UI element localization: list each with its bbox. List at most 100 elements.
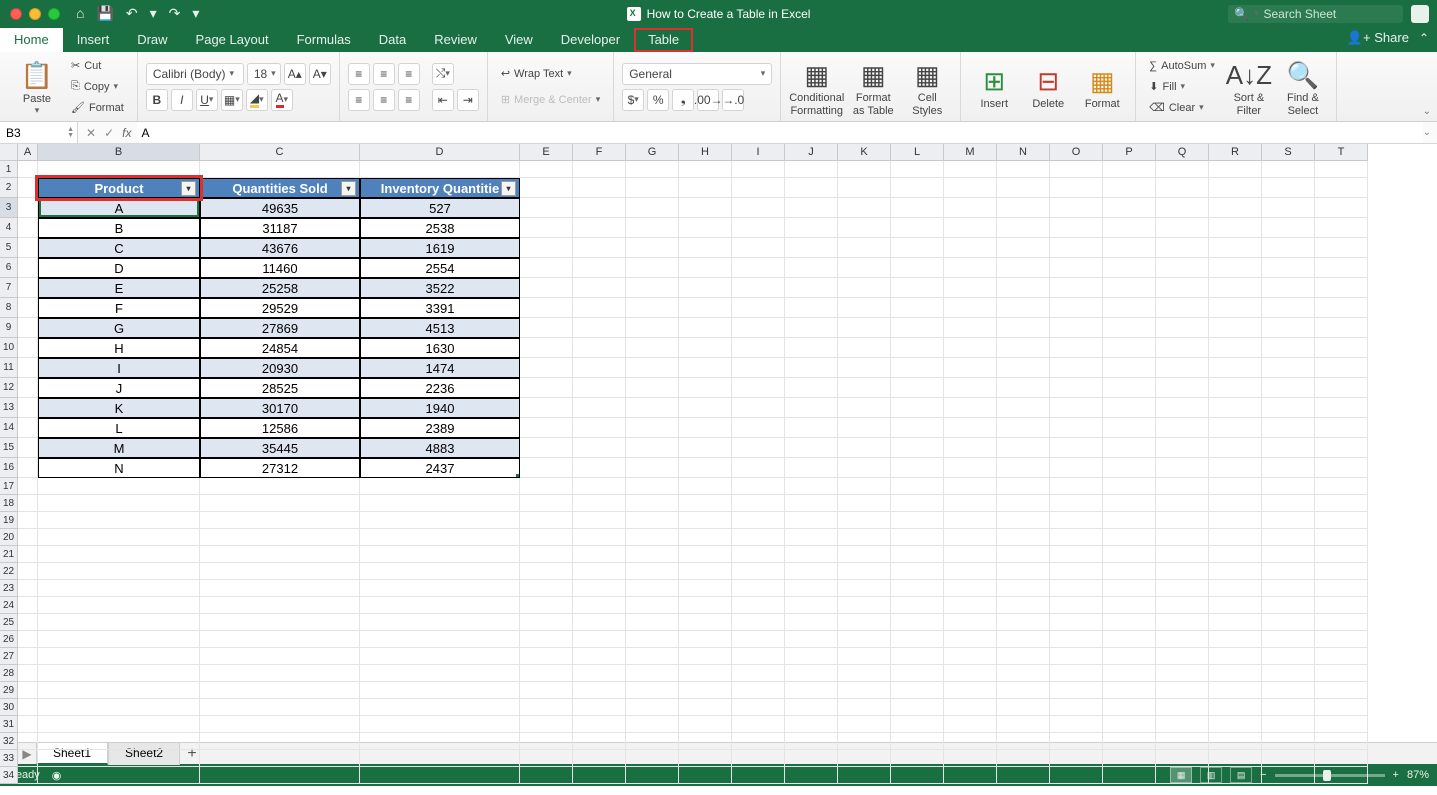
cell-P7[interactable] <box>1103 278 1156 298</box>
cell-B21[interactable] <box>38 546 200 563</box>
row-header-18[interactable]: 18 <box>0 495 18 512</box>
cell-F4[interactable] <box>573 218 626 238</box>
cell-C16[interactable]: 27312 <box>200 458 360 478</box>
cell-J8[interactable] <box>785 298 838 318</box>
cell-N28[interactable] <box>997 665 1050 682</box>
cell-E26[interactable] <box>520 631 573 648</box>
find-select-button[interactable]: 🔍Find & Select <box>1278 56 1328 116</box>
cell-E24[interactable] <box>520 597 573 614</box>
cell-R23[interactable] <box>1209 580 1262 597</box>
cell-T9[interactable] <box>1315 318 1368 338</box>
save-icon[interactable]: 💾 <box>96 5 113 22</box>
cell-G7[interactable] <box>626 278 679 298</box>
cell-Q20[interactable] <box>1156 529 1209 546</box>
cell-N20[interactable] <box>997 529 1050 546</box>
cell-R31[interactable] <box>1209 716 1262 733</box>
row-header-28[interactable]: 28 <box>0 665 18 682</box>
row-header-24[interactable]: 24 <box>0 597 18 614</box>
cell-S1[interactable] <box>1262 161 1315 178</box>
cell-C20[interactable] <box>200 529 360 546</box>
filter-dropdown-icon[interactable]: ▾ <box>341 181 356 196</box>
cell-J24[interactable] <box>785 597 838 614</box>
cell-K33[interactable] <box>838 750 891 767</box>
cell-G9[interactable] <box>626 318 679 338</box>
cell-G11[interactable] <box>626 358 679 378</box>
cell-R15[interactable] <box>1209 438 1262 458</box>
cell-S13[interactable] <box>1262 398 1315 418</box>
cell-D22[interactable] <box>360 563 520 580</box>
cell-T7[interactable] <box>1315 278 1368 298</box>
cell-Q26[interactable] <box>1156 631 1209 648</box>
row-header-14[interactable]: 14 <box>0 418 18 438</box>
format-painter-button[interactable]: 🖌Format <box>66 98 129 118</box>
cell-A13[interactable] <box>18 398 38 418</box>
cell-D17[interactable] <box>360 478 520 495</box>
cell-B26[interactable] <box>38 631 200 648</box>
cell-M3[interactable] <box>944 198 997 218</box>
cell-B1[interactable] <box>38 161 200 178</box>
cell-G10[interactable] <box>626 338 679 358</box>
cell-O30[interactable] <box>1050 699 1103 716</box>
cell-P20[interactable] <box>1103 529 1156 546</box>
cell-S28[interactable] <box>1262 665 1315 682</box>
cell-G12[interactable] <box>626 378 679 398</box>
cell-K18[interactable] <box>838 495 891 512</box>
cell-O17[interactable] <box>1050 478 1103 495</box>
cell-C27[interactable] <box>200 648 360 665</box>
cell-G24[interactable] <box>626 597 679 614</box>
cell-F29[interactable] <box>573 682 626 699</box>
cell-T6[interactable] <box>1315 258 1368 278</box>
cell-P6[interactable] <box>1103 258 1156 278</box>
cell-R21[interactable] <box>1209 546 1262 563</box>
cell-O4[interactable] <box>1050 218 1103 238</box>
cell-C1[interactable] <box>200 161 360 178</box>
cell-D9[interactable]: 4513 <box>360 318 520 338</box>
cell-D5[interactable]: 1619 <box>360 238 520 258</box>
cell-T21[interactable] <box>1315 546 1368 563</box>
cell-K11[interactable] <box>838 358 891 378</box>
cell-Q7[interactable] <box>1156 278 1209 298</box>
cell-L27[interactable] <box>891 648 944 665</box>
cell-G2[interactable] <box>626 178 679 198</box>
cell-B6[interactable]: D <box>38 258 200 278</box>
cell-M21[interactable] <box>944 546 997 563</box>
cell-B16[interactable]: N <box>38 458 200 478</box>
cell-E21[interactable] <box>520 546 573 563</box>
cell-Q23[interactable] <box>1156 580 1209 597</box>
cell-M4[interactable] <box>944 218 997 238</box>
cell-N15[interactable] <box>997 438 1050 458</box>
cell-P5[interactable] <box>1103 238 1156 258</box>
cell-S9[interactable] <box>1262 318 1315 338</box>
cell-A18[interactable] <box>18 495 38 512</box>
cell-C14[interactable]: 12586 <box>200 418 360 438</box>
cell-H10[interactable] <box>679 338 732 358</box>
cell-G28[interactable] <box>626 665 679 682</box>
cell-I1[interactable] <box>732 161 785 178</box>
cell-A12[interactable] <box>18 378 38 398</box>
cell-P31[interactable] <box>1103 716 1156 733</box>
cell-D33[interactable] <box>360 750 520 767</box>
formula-input[interactable] <box>137 122 1422 143</box>
cell-Q24[interactable] <box>1156 597 1209 614</box>
cell-A14[interactable] <box>18 418 38 438</box>
cell-Q17[interactable] <box>1156 478 1209 495</box>
cell-I31[interactable] <box>732 716 785 733</box>
fill-button[interactable]: ⬇Fill▾ <box>1144 77 1220 97</box>
cell-L26[interactable] <box>891 631 944 648</box>
cell-O15[interactable] <box>1050 438 1103 458</box>
conditional-formatting-button[interactable]: ▦Conditional Formatting <box>789 56 844 116</box>
cell-I22[interactable] <box>732 563 785 580</box>
cell-S27[interactable] <box>1262 648 1315 665</box>
cell-A8[interactable] <box>18 298 38 318</box>
cell-E18[interactable] <box>520 495 573 512</box>
cell-O32[interactable] <box>1050 733 1103 750</box>
cell-I15[interactable] <box>732 438 785 458</box>
cell-I19[interactable] <box>732 512 785 529</box>
col-header-G[interactable]: G <box>626 144 679 161</box>
cell-S30[interactable] <box>1262 699 1315 716</box>
cell-O13[interactable] <box>1050 398 1103 418</box>
cell-E27[interactable] <box>520 648 573 665</box>
cell-P16[interactable] <box>1103 458 1156 478</box>
cell-H15[interactable] <box>679 438 732 458</box>
cell-P21[interactable] <box>1103 546 1156 563</box>
